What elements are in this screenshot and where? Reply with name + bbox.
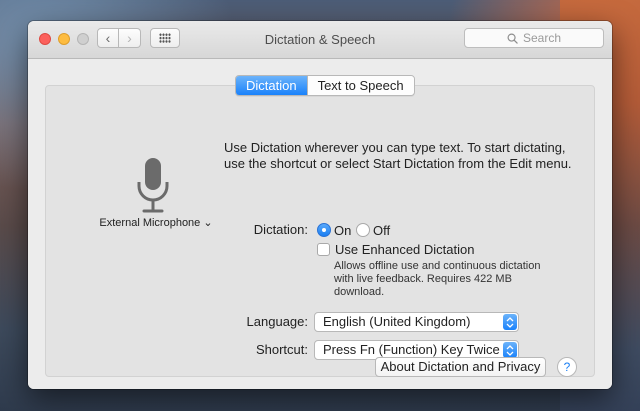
- forward-button[interactable]: ›: [119, 28, 141, 48]
- shortcut-value: Press Fn (Function) Key Twice: [323, 342, 500, 357]
- search-placeholder: Search: [522, 31, 562, 45]
- microphone-source-label: External Microphone: [99, 217, 201, 229]
- dictation-off-radio[interactable]: [356, 223, 370, 237]
- title-bar: ‹ › Dictation & Speech Search: [28, 21, 612, 59]
- search-field[interactable]: Search: [464, 28, 604, 48]
- language-label: Language:: [246, 314, 308, 329]
- tab-bar: Dictation Text to Speech: [235, 75, 415, 96]
- dictation-on-label[interactable]: On: [334, 223, 351, 238]
- microphone-icon: [137, 158, 169, 213]
- tab-dictation[interactable]: Dictation: [236, 76, 307, 95]
- shortcut-label: Shortcut:: [255, 342, 308, 357]
- pane-content: Dictation Text to Speech External Microp…: [28, 59, 612, 389]
- enhanced-dictation-checkbox[interactable]: [317, 243, 330, 256]
- dictation-on-radio[interactable]: [317, 223, 331, 237]
- tab-text-to-speech[interactable]: Text to Speech: [306, 76, 414, 95]
- back-button[interactable]: ‹: [97, 28, 119, 48]
- chevron-right-icon: ›: [127, 30, 132, 46]
- grid-icon: [159, 33, 171, 43]
- help-button[interactable]: ?: [557, 357, 577, 377]
- dictation-label: Dictation:: [253, 222, 308, 237]
- about-dictation-privacy-button[interactable]: About Dictation and Privacy: [375, 357, 546, 377]
- popup-arrows-icon: [503, 314, 517, 330]
- language-value: English (United Kingdom): [323, 314, 471, 329]
- zoom-button[interactable]: [77, 33, 89, 45]
- dictation-description: Use Dictation wherever you can type text…: [224, 140, 572, 171]
- dictation-panel: External Microphone ⌄ Use Dictation wher…: [45, 85, 595, 377]
- popup-arrows-icon: [503, 342, 517, 358]
- chevron-left-icon: ‹: [105, 30, 111, 46]
- close-button[interactable]: [39, 33, 51, 45]
- window-title: Dictation & Speech: [264, 32, 376, 47]
- dictation-off-label[interactable]: Off: [373, 223, 390, 238]
- search-icon: [507, 33, 518, 44]
- language-popup[interactable]: English (United Kingdom): [314, 312, 519, 332]
- preferences-window: ‹ › Dictation & Speech Search Dictation …: [28, 21, 612, 389]
- enhanced-dictation-note: Allows offline use and continuous dictat…: [334, 260, 541, 298]
- enhanced-dictation-label[interactable]: Use Enhanced Dictation: [335, 242, 474, 257]
- minimize-button[interactable]: [58, 33, 70, 45]
- show-all-button[interactable]: [150, 28, 180, 48]
